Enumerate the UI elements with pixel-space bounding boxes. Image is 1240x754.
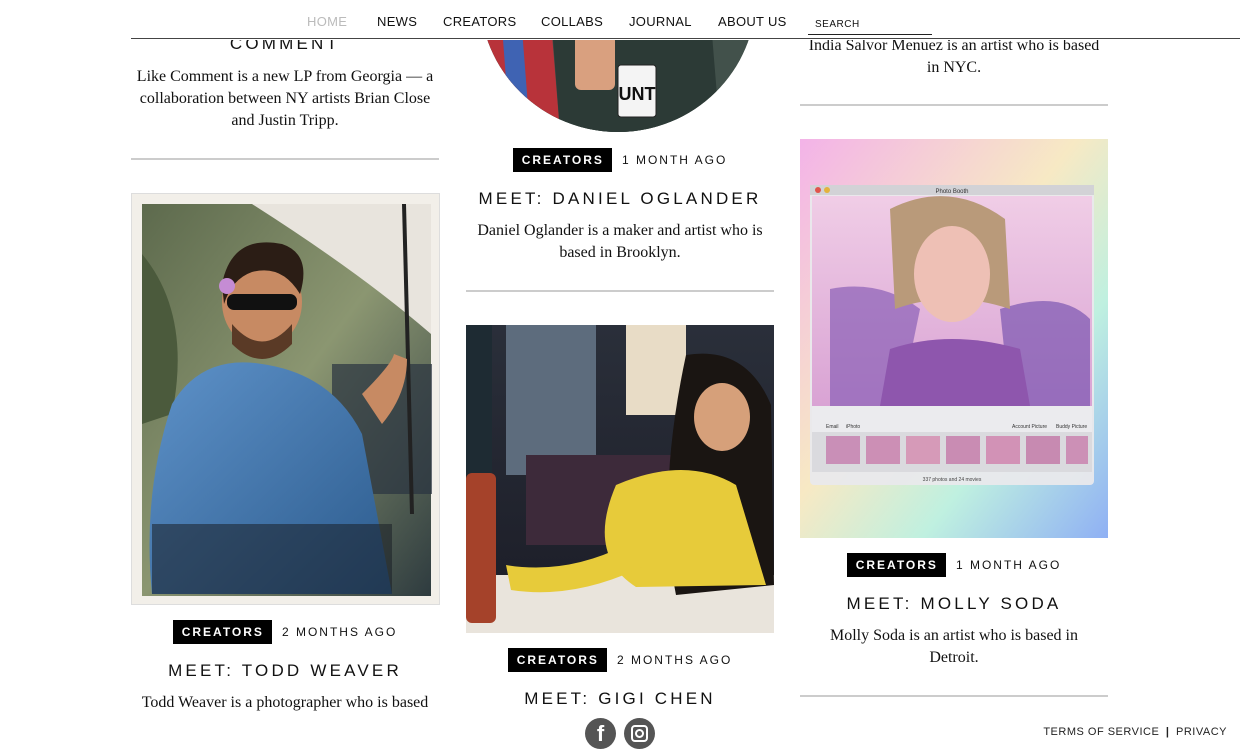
molly-soda-photo[interactable]: Photo Booth Email iPhoto Account Picture…: [800, 139, 1108, 538]
photobooth-tool: Email: [826, 424, 839, 430]
card-india-menuez: India Salvor Menuez is an artist who is …: [800, 35, 1108, 79]
gigi-chen-photo[interactable]: [466, 325, 774, 633]
card-description: Todd Weaver is a photographer who is bas…: [141, 694, 429, 711]
top-nav: HOME NEWS CREATORS COLLABS JOURNAL ABOUT…: [0, 0, 1240, 40]
nav-about-us[interactable]: ABOUT US: [718, 14, 787, 29]
photobooth-tool: Buddy Picture: [1056, 424, 1087, 430]
divider: [131, 158, 439, 160]
photo-image: [142, 203, 432, 596]
card-description: India Salvor Menuez is an artist who is …: [808, 37, 1100, 76]
card-daniel-oglander: CREATORS 1 MONTH AGO MEET: DANIEL OGLAND…: [466, 148, 774, 264]
card-time: 2 MONTHS AGO: [281, 625, 398, 639]
nav-news[interactable]: NEWS: [377, 14, 417, 29]
card-meta: CREATORS 1 MONTH AGO: [466, 148, 774, 172]
instagram-glyph: [631, 725, 648, 742]
divider: [800, 104, 1108, 106]
photobooth-title: Photo Booth: [935, 189, 968, 195]
card-time: 1 MONTH AGO: [621, 153, 728, 167]
facebook-icon[interactable]: f: [585, 718, 616, 749]
card-comment: COMMENT Like Comment is a new LP from Ge…: [131, 34, 439, 132]
category-badge[interactable]: CREATORS: [846, 553, 946, 577]
card-todd-weaver: CREATORS 2 MONTHS AGO MEET: TODD WEAVER …: [131, 620, 439, 714]
divider: [466, 290, 774, 292]
privacy-link[interactable]: PRIVACY: [1176, 726, 1227, 738]
card-gigi-chen: CREATORS 2 MONTHS AGO MEET: GIGI CHEN: [466, 648, 774, 709]
card-description: Daniel Oglander is a maker and artist wh…: [477, 222, 763, 261]
search-input[interactable]: [808, 19, 933, 30]
card-description: Like Comment is a new LP from Georgia — …: [136, 68, 434, 129]
card-title[interactable]: MEET: TODD WEAVER: [131, 661, 439, 681]
terms-of-service-link[interactable]: TERMS OF SERVICE: [1043, 726, 1159, 738]
todd-weaver-photo[interactable]: [131, 193, 440, 605]
nav-collabs[interactable]: COLLABS: [541, 14, 603, 29]
instagram-icon[interactable]: [624, 718, 655, 749]
divider: [800, 695, 1108, 697]
card-description: Molly Soda is an artist who is based in …: [830, 627, 1078, 666]
photo-image: [466, 325, 774, 633]
card-time: 1 MONTH AGO: [955, 558, 1062, 572]
footer-separator: |: [1165, 726, 1170, 738]
mug-text: UNT: [619, 84, 656, 104]
photo-image: Photo Booth Email iPhoto Account Picture…: [800, 139, 1108, 538]
card-title[interactable]: MEET: DANIEL OGLANDER: [466, 189, 774, 209]
footer-links: TERMS OF SERVICE | PRIVACY: [1043, 726, 1227, 738]
card-meta: CREATORS 1 MONTH AGO: [800, 553, 1108, 577]
nav-creators[interactable]: CREATORS: [443, 14, 516, 29]
card-title[interactable]: MEET: GIGI CHEN: [466, 689, 774, 709]
category-badge[interactable]: CREATORS: [512, 148, 612, 172]
category-badge[interactable]: CREATORS: [172, 620, 272, 644]
card-molly-soda: CREATORS 1 MONTH AGO MEET: MOLLY SODA Mo…: [800, 553, 1108, 669]
card-meta: CREATORS 2 MONTHS AGO: [466, 648, 774, 672]
photobooth-tool: Account Picture: [1012, 424, 1047, 430]
photobooth-tool: iPhoto: [846, 424, 860, 430]
nav-divider: [131, 38, 1240, 39]
search-box: [808, 14, 933, 35]
card-meta: CREATORS 2 MONTHS AGO: [131, 620, 439, 644]
card-title[interactable]: MEET: MOLLY SODA: [800, 594, 1108, 614]
facebook-glyph: f: [596, 721, 605, 746]
nav-journal[interactable]: JOURNAL: [629, 14, 692, 29]
nav-home[interactable]: HOME: [307, 14, 347, 29]
photobooth-status: 337 photos and 24 movies: [923, 477, 982, 483]
category-badge[interactable]: CREATORS: [507, 648, 607, 672]
card-time: 2 MONTHS AGO: [616, 653, 733, 667]
